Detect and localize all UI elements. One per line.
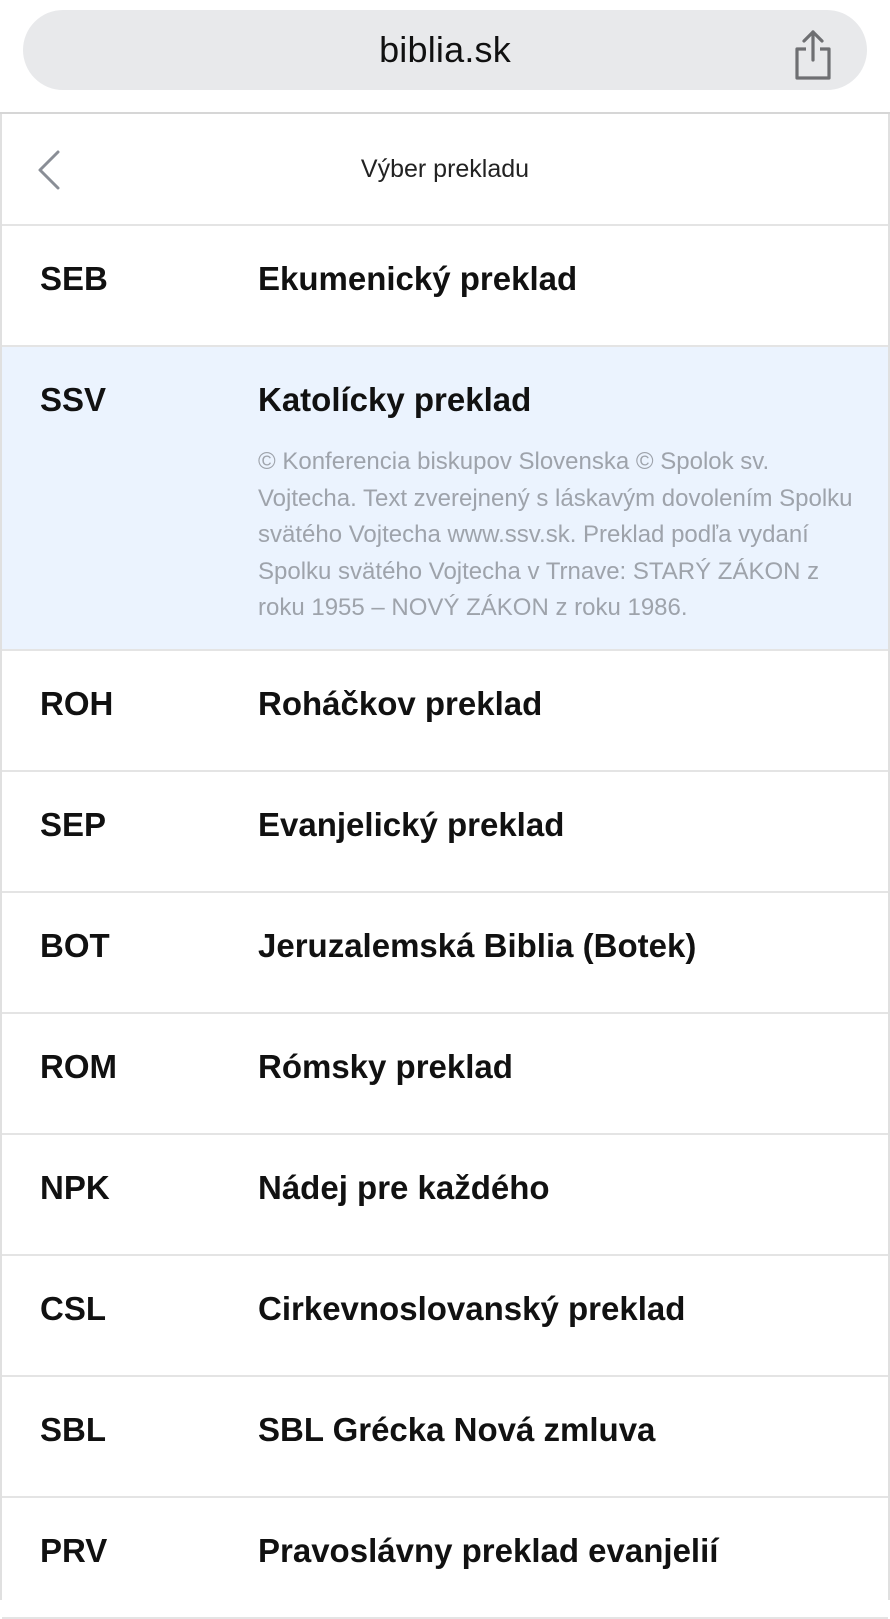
translation-row-ssv[interactable]: SSV Katolícky preklad © Konferencia bisk… [2, 347, 888, 651]
translation-row-prv[interactable]: PRV Pravoslávny preklad evanjelií [2, 1498, 888, 1619]
share-icon[interactable] [791, 28, 835, 82]
translation-code: PRV [40, 1532, 108, 1569]
translation-row-sbl[interactable]: SBL SBL Grécka Nová zmluva [2, 1377, 888, 1498]
translation-name: Katolícky preklad [258, 381, 532, 418]
translation-name: Rómsky preklad [258, 1048, 513, 1085]
translation-list: SEB Ekumenický preklad SSV Katolícky pre… [2, 226, 888, 1619]
browser-toolbar: biblia.sk [0, 0, 890, 114]
translation-code: SEB [40, 260, 108, 297]
translation-name: Cirkevnoslovanský preklad [258, 1290, 686, 1327]
url-text[interactable]: biblia.sk [23, 10, 867, 90]
translation-name: SBL Grécka Nová zmluva [258, 1411, 656, 1448]
translation-row-bot[interactable]: BOT Jeruzalemská Biblia (Botek) [2, 893, 888, 1014]
title-bar: Výber prekladu [2, 114, 888, 226]
translation-row-csl[interactable]: CSL Cirkevnoslovanský preklad [2, 1256, 888, 1377]
page-frame: Výber prekladu SEB Ekumenický preklad SS… [0, 114, 890, 1619]
translation-name: Roháčkov preklad [258, 685, 543, 722]
translation-name: Jeruzalemská Biblia (Botek) [258, 927, 697, 964]
translation-code: ROM [40, 1048, 117, 1085]
translation-name: Pravoslávny preklad evanjelií [258, 1532, 719, 1569]
translation-row-npk[interactable]: NPK Nádej pre každého [2, 1135, 888, 1256]
translation-code: ROH [40, 685, 114, 722]
translation-name: Nádej pre každého [258, 1169, 550, 1206]
translation-row-roh[interactable]: ROH Roháčkov preklad [2, 651, 888, 772]
translation-code: SSV [40, 381, 107, 418]
translation-code: NPK [40, 1169, 110, 1206]
translation-code: SBL [40, 1411, 106, 1448]
translation-row-sep[interactable]: SEP Evanjelický preklad [2, 772, 888, 893]
translation-code: CSL [40, 1290, 106, 1327]
translation-code: BOT [40, 927, 110, 964]
translation-name: Evanjelický preklad [258, 806, 565, 843]
address-bar[interactable]: biblia.sk [23, 10, 867, 90]
translation-code: SEP [40, 806, 107, 843]
page-title: Výber prekladu [360, 154, 530, 183]
translation-description: © Konferencia biskupov Slovenska © Spolo… [258, 448, 853, 621]
translation-row-seb[interactable]: SEB Ekumenický preklad [2, 226, 888, 347]
translation-name: Ekumenický preklad [258, 260, 578, 297]
translation-row-rom[interactable]: ROM Rómsky preklad [2, 1014, 888, 1135]
